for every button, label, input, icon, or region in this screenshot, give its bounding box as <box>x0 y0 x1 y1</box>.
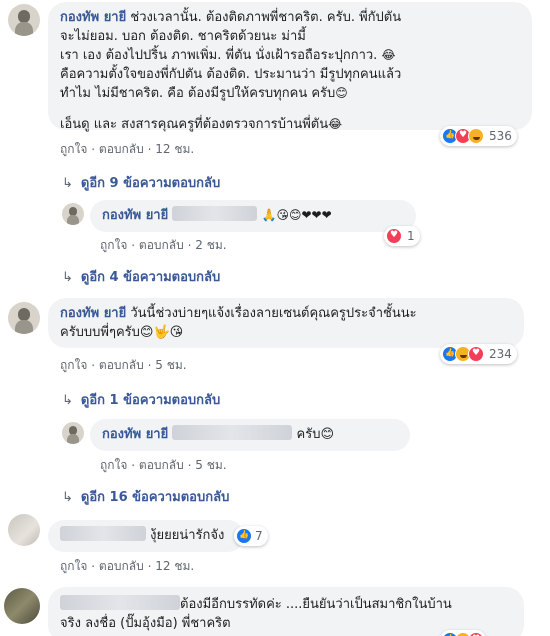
avatar[interactable] <box>4 588 40 624</box>
reaction-summary[interactable]: 1 <box>384 226 420 246</box>
reply-bubble: กองทัพ ยายี ครับ😊 <box>90 419 410 451</box>
redacted-name <box>60 595 180 610</box>
comment-text: ทำไม ไม่มีชาคริต. คือ ต้องมีรูปให้ครบทุก… <box>60 86 336 101</box>
view-replies-link[interactable]: ↳ ดูอีก 9 ข้อความตอบกลับ <box>62 172 220 193</box>
haha-emoji: 😂 <box>328 117 343 131</box>
comment-actions: ถูกใจ · ตอบกลับ · 5 ชม. <box>60 358 187 373</box>
reaction-summary[interactable]: 536 <box>440 126 517 146</box>
smile-emoji: 😊 <box>335 86 348 100</box>
comment-bubble: ต้องมีอีกบรรทัดค่ะ ....ยืนยันว่าเป็นสมาช… <box>48 587 524 636</box>
comment-actions: ถูกใจ · ตอบกลับ · 12 ชม. <box>60 142 195 157</box>
reply-author[interactable]: กองทัพ ยายี <box>102 427 168 442</box>
avatar[interactable] <box>8 4 40 36</box>
reply-text: ครับ😊 <box>296 427 334 442</box>
reaction-count: 1 <box>407 229 415 243</box>
like-link[interactable]: ถูกใจ <box>60 358 87 372</box>
comment-author[interactable]: กองทัพ ยายี <box>60 10 126 25</box>
reply-bubble: กองทัพ ยายี 🙏😘😊❤❤❤ <box>90 200 416 232</box>
comment-text: จะไม่ยอม. บอก ต้องติด. ชาคริตด้วยนะ ม่าม… <box>60 29 306 44</box>
comment-text: ครับบบพี่ๆครับ😊🤟😘 <box>60 325 184 340</box>
timestamp[interactable]: 2 ชม. <box>195 238 226 252</box>
reply-actions: ถูกใจ · ตอบกลับ · 5 ชม. <box>100 458 227 473</box>
reaction-count: 7 <box>255 529 263 543</box>
comment-text: วันนี้ช่วงบ่ายๆแจ้งเรื่องลายเซนต์คุณครูป… <box>126 306 417 321</box>
reply-actions: ถูกใจ · ตอบกลับ · 2 ชม. <box>100 238 227 253</box>
avatar[interactable] <box>8 302 40 334</box>
haha-reaction-icon <box>468 128 484 144</box>
reply-link[interactable]: ตอบกลับ <box>139 458 184 472</box>
like-link[interactable]: ถูกใจ <box>100 238 127 252</box>
avatar[interactable] <box>62 203 84 225</box>
like-link[interactable]: ถูกใจ <box>60 559 87 573</box>
haha-emoji: 😂 <box>381 48 396 62</box>
comment-text: ต้องมีอีกบรรทัดค่ะ ....ยืนยันว่าเป็นสมาช… <box>180 597 452 612</box>
reaction-count: 536 <box>489 129 512 143</box>
like-reaction-icon <box>236 528 252 544</box>
love-reaction-icon <box>386 228 402 244</box>
comment-text: งุ้ยยยน่ารักจัง <box>150 528 225 543</box>
like-link[interactable]: ถูกใจ <box>100 458 127 472</box>
reply-arrow-icon: ↳ <box>62 490 73 505</box>
comment-actions: ถูกใจ · ตอบกลับ · 12 ชม. <box>60 559 195 574</box>
reaction-summary[interactable]: 234 <box>440 344 517 364</box>
timestamp[interactable]: 12 ชม. <box>155 142 194 156</box>
view-replies-link[interactable]: ↳ ดูอีก 16 ข้อความตอบกลับ <box>62 486 229 507</box>
reply-author[interactable]: กองทัพ ยายี <box>102 208 168 223</box>
reply-arrow-icon: ↳ <box>62 176 73 191</box>
reply-arrow-icon: ↳ <box>62 270 73 285</box>
reply-link[interactable]: ตอบกลับ <box>139 238 184 252</box>
reaction-summary[interactable]: 7 <box>234 526 268 546</box>
avatar[interactable] <box>62 422 84 444</box>
comment-bubble: กองทัพ ยายี ช่วงเวลานั้น. ต้องติดภาพพี่ช… <box>48 2 532 132</box>
reply-arrow-icon: ↳ <box>62 393 73 408</box>
comment-author[interactable]: กองทัพ ยายี <box>60 306 126 321</box>
like-link[interactable]: ถูกใจ <box>60 142 87 156</box>
love-reaction-icon <box>468 632 484 636</box>
love-reaction-icon <box>468 346 484 362</box>
reaction-summary[interactable] <box>440 630 486 636</box>
comment-text: จริง ลงชื่อ (ปั๊มอุ้งมือ) พี่ชาคริต <box>60 616 231 631</box>
reply-emojis: 🙏😘😊❤❤❤ <box>261 208 332 222</box>
comment-text: เอ็นดู และ สงสารคุณครูที่ต้องตรวจการบ้าน… <box>60 117 329 132</box>
comment-text: ช่วงเวลานั้น. ต้องติดภาพพี่ชาคริต. ครับ.… <box>126 10 402 25</box>
timestamp[interactable]: 5 ชม. <box>195 458 226 472</box>
comment-text: คือความตั้งใจของพี่กัปตัน ต้องติด. ประมา… <box>60 67 402 82</box>
view-replies-link[interactable]: ↳ ดูอีก 4 ข้อความตอบกลับ <box>62 266 220 287</box>
reply-link[interactable]: ตอบกลับ <box>99 358 144 372</box>
reply-link[interactable]: ตอบกลับ <box>99 559 144 573</box>
timestamp[interactable]: 5 ชม. <box>155 358 186 372</box>
redacted-name <box>172 206 258 221</box>
comment-bubble: กองทัพ ยายี วันนี้ช่วงบ่ายๆแจ้งเรื่องลาย… <box>48 298 524 348</box>
reply-link[interactable]: ตอบกลับ <box>99 142 144 156</box>
redacted-name <box>60 526 146 541</box>
view-replies-link[interactable]: ↳ ดูอีก 1 ข้อความตอบกลับ <box>62 389 220 410</box>
redacted-name <box>172 425 293 440</box>
timestamp[interactable]: 12 ชม. <box>155 559 194 573</box>
comment-text: เรา เอง ต้องไปปริ้น ภาพเพิ่ม. พี่ตัน นั่… <box>60 48 382 63</box>
comment-bubble: งุ้ยยยน่ารักจัง <box>48 520 244 552</box>
avatar[interactable] <box>8 514 40 546</box>
reaction-count: 234 <box>489 347 512 361</box>
